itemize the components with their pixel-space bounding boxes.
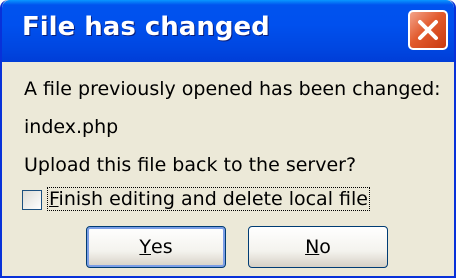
file-name: index.php xyxy=(24,116,119,138)
yes-label: es xyxy=(151,236,173,258)
no-button[interactable]: No xyxy=(248,226,388,268)
dialog-body: A file previously opened has been change… xyxy=(2,62,454,276)
message-line-upload: Upload this file back to the server? xyxy=(24,154,357,176)
message-line-changed: A file previously opened has been change… xyxy=(24,78,441,100)
close-icon xyxy=(418,20,438,40)
finish-editing-checkbox[interactable] xyxy=(22,190,42,210)
yes-access-key: Y xyxy=(139,236,151,258)
checkbox-label-text: inish editing and delete local file xyxy=(58,188,368,210)
checkbox-access-key: F xyxy=(49,188,59,210)
title-bar[interactable]: File has changed xyxy=(2,0,454,62)
no-label: o xyxy=(319,236,331,258)
yes-button[interactable]: Yes xyxy=(86,226,226,268)
no-access-key: N xyxy=(305,236,320,258)
finish-editing-checkbox-label[interactable]: Finish editing and delete local file xyxy=(47,187,370,211)
close-button[interactable] xyxy=(408,10,448,50)
file-changed-dialog: File has changed A file previously opene… xyxy=(0,0,456,278)
dialog-title: File has changed xyxy=(22,12,270,42)
